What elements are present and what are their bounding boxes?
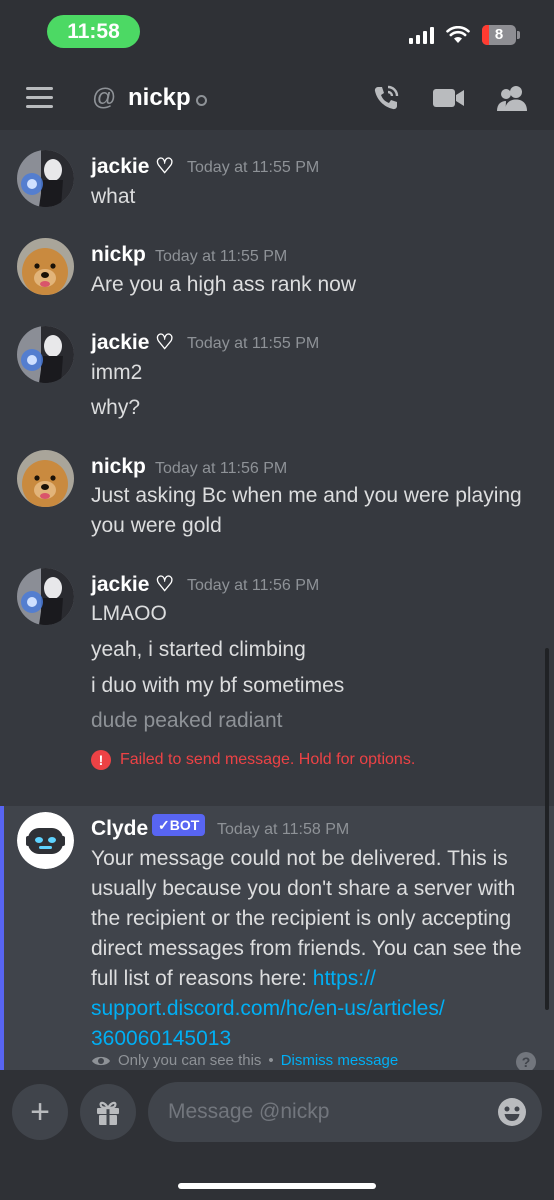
avatar[interactable] <box>17 568 74 625</box>
message-text: Just asking Bc when me and you were play… <box>91 484 522 507</box>
channel-name: nickp <box>128 84 191 111</box>
dismiss-message-link[interactable]: Dismiss message <box>281 1052 399 1069</box>
message-text: you were gold <box>91 514 222 537</box>
message-text: LMAOO <box>91 602 167 625</box>
presence-offline-icon <box>196 95 207 106</box>
message-author[interactable]: jackie ♡ <box>91 330 174 355</box>
clyde-message-text: Your message could not be delivered. Thi… <box>91 847 522 1050</box>
emoji-icon[interactable] <box>496 1096 528 1128</box>
channel-header: @ nickp <box>0 72 554 128</box>
status-time: 11:58 <box>47 15 140 48</box>
avatar[interactable] <box>17 238 74 295</box>
failed-send-notice[interactable]: ! Failed to send message. Hold for optio… <box>91 750 415 770</box>
clyde-author[interactable]: Clyde <box>91 817 148 841</box>
plus-icon: + <box>30 1093 50 1131</box>
gift-icon <box>97 1101 119 1125</box>
bot-badge: ✓BOT <box>152 814 206 836</box>
gift-button[interactable] <box>80 1084 136 1140</box>
call-icon[interactable] <box>372 84 400 112</box>
status-icons: 8 <box>409 22 520 48</box>
add-attachment-button[interactable]: + <box>12 1084 68 1140</box>
failed-send-text: Failed to send message. Hold for options… <box>120 751 416 768</box>
ephemeral-note: Only you can see this • Dismiss message <box>91 1052 398 1069</box>
message-timestamp: Today at 11:56 PM <box>187 577 320 594</box>
avatar[interactable] <box>17 326 74 383</box>
message-timestamp: Today at 11:55 PM <box>187 335 320 352</box>
message-text: yeah, i started climbing <box>91 638 306 661</box>
dm-at-symbol: @ <box>92 84 117 111</box>
message-timestamp: Today at 11:55 PM <box>155 248 288 265</box>
avatar[interactable] <box>17 150 74 207</box>
help-icon[interactable]: ? <box>516 1052 536 1070</box>
message-author[interactable]: nickp <box>91 455 146 479</box>
composer-bar: + Message @nickp <box>0 1070 554 1200</box>
members-icon[interactable] <box>496 84 528 112</box>
message-input[interactable]: Message @nickp <box>148 1082 542 1142</box>
message-text: i duo with my bf sometimes <box>91 674 345 697</box>
video-icon[interactable] <box>433 87 465 109</box>
message-author[interactable]: jackie ♡ <box>91 572 174 597</box>
scrollbar[interactable] <box>545 648 549 1010</box>
message-text: imm2 <box>91 361 143 384</box>
message-text: why? <box>91 396 141 419</box>
message-timestamp: Today at 11:55 PM <box>187 159 320 176</box>
failed-message-text[interactable]: dude peaked radiant <box>91 709 283 733</box>
message-text: what <box>91 185 136 208</box>
hamburger-icon[interactable] <box>26 87 53 108</box>
clyde-timestamp: Today at 11:58 PM <box>217 821 350 838</box>
avatar[interactable] <box>17 450 74 507</box>
battery-indicator: 8 <box>482 25 520 45</box>
message-timestamp: Today at 11:56 PM <box>155 460 288 477</box>
ephemeral-accent-bar <box>0 806 4 1070</box>
message-list[interactable]: jackie ♡ Today at 11:55 PM what nickp To… <box>0 130 554 1070</box>
clyde-avatar[interactable] <box>17 812 74 869</box>
wifi-icon <box>446 26 470 43</box>
home-indicator <box>178 1183 376 1189</box>
cellular-signal-icon <box>409 26 434 44</box>
top-bar: 11:58 8 @ nickp <box>0 0 554 130</box>
error-icon: ! <box>91 750 111 770</box>
check-icon: ✓ <box>158 817 170 833</box>
message-text: Are you a high ass rank now <box>91 273 356 296</box>
eye-icon <box>92 1056 110 1065</box>
message-author[interactable]: nickp <box>91 243 146 267</box>
message-author[interactable]: jackie ♡ <box>91 154 174 179</box>
